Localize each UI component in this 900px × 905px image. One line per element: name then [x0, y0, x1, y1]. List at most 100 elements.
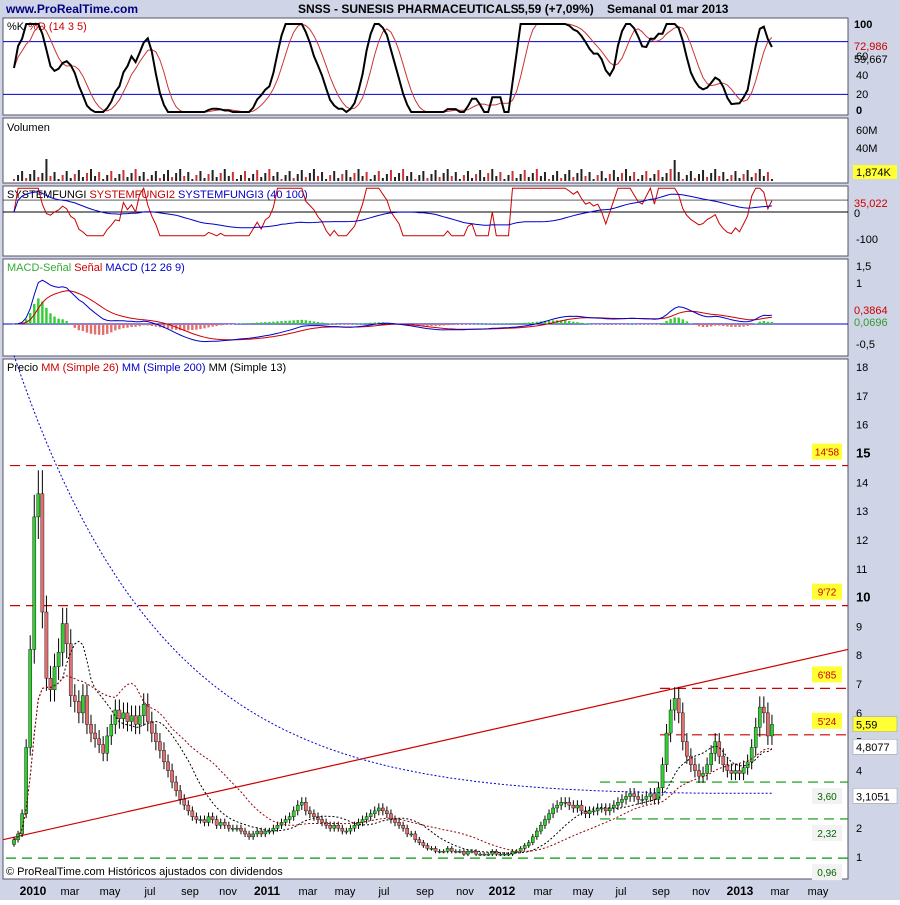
volume-bar [414, 179, 417, 181]
macd-histogram-bar [300, 319, 303, 324]
volume-bar [25, 178, 28, 181]
volume-bar [422, 171, 425, 181]
candle-body [733, 770, 738, 774]
volume-bar [110, 171, 113, 181]
candle-body [239, 827, 243, 832]
candle-body [109, 724, 114, 737]
candle-body [344, 830, 349, 833]
volume-bar [766, 172, 769, 181]
candle-body [417, 839, 422, 843]
candle-body [547, 813, 551, 820]
candle-body [498, 853, 503, 856]
volume-bar [256, 170, 259, 181]
macd-histogram-bar [726, 324, 729, 327]
volume-bar [65, 171, 68, 181]
macd-histogram-bar [770, 321, 774, 324]
candle-body [559, 802, 563, 806]
macd-histogram-bar [507, 323, 510, 324]
macd-histogram-bar [677, 317, 680, 324]
site-label[interactable]: www.ProRealTime.com [5, 2, 138, 16]
volume-bar [195, 175, 198, 181]
price-tick-label: 12 [856, 535, 868, 547]
volume-bar [81, 177, 84, 181]
volume-bar [616, 177, 619, 181]
candle-body [48, 678, 53, 691]
macd-histogram-bar [750, 324, 753, 326]
macd-histogram-bar [636, 324, 640, 325]
price-panel[interactable] [2, 358, 849, 880]
macd-histogram-bar [681, 319, 684, 324]
candle-body [413, 833, 418, 840]
stoch-panel[interactable] [2, 17, 849, 116]
candle-body [125, 712, 130, 722]
volume-bar [564, 174, 567, 181]
macd-histogram-bar [584, 323, 587, 324]
candle-body [531, 836, 535, 843]
volume-bar [239, 175, 242, 181]
volume-panel[interactable] [2, 117, 849, 184]
candle-body [401, 825, 405, 829]
volume-bar [746, 170, 749, 181]
volume-bar [572, 177, 575, 181]
macd-histogram-bar [628, 323, 632, 325]
volume-bar [381, 178, 384, 181]
volume-bar [264, 173, 267, 181]
candle-body [664, 732, 669, 765]
candle-body [255, 830, 259, 835]
macd-histogram-bar [600, 324, 603, 325]
volume-bar [248, 178, 251, 181]
volume-bar [552, 175, 555, 181]
candle-body [101, 744, 105, 754]
macd-histogram-bar [738, 324, 741, 327]
macd-histogram-bar [754, 323, 757, 324]
volume-bar [568, 170, 571, 181]
candle-body [32, 516, 37, 650]
macd-histogram-bar [118, 324, 121, 330]
ma200-badge: 3,1051 [856, 791, 890, 803]
macd-histogram-bar [134, 324, 137, 327]
candle-body [364, 816, 369, 820]
volume-bar [450, 176, 453, 181]
candle-body [166, 761, 170, 771]
macd-histogram-bar [280, 321, 283, 324]
volume-bar [726, 179, 729, 181]
macd-histogram-bar [762, 320, 766, 324]
level-label: 5'24 [818, 717, 837, 728]
level-label: 3,60 [817, 792, 837, 803]
time-tick-label: jul [143, 886, 155, 898]
macd-histogram-bar [130, 324, 133, 328]
volume-bar [693, 178, 696, 181]
volume-bar [369, 179, 372, 181]
macd-histogram-bar [264, 322, 267, 324]
volume-bar [629, 176, 632, 181]
volume-bar [706, 177, 709, 181]
volume-bar [333, 171, 336, 181]
macd-histogram-bar [649, 324, 652, 325]
candle-body [68, 643, 73, 696]
volume-bar [134, 169, 137, 181]
time-tick-label: sep [181, 886, 199, 898]
time-tick-label: 2013 [727, 884, 754, 898]
price-tick-label: 10 [856, 590, 870, 605]
macd-histogram-bar [349, 324, 352, 325]
macd-histogram-bar [693, 324, 697, 326]
candle-body [60, 623, 65, 653]
volume-bar [483, 177, 486, 181]
candle-body [616, 802, 620, 806]
price-tick-label: 9 [856, 621, 862, 633]
candle-body [482, 853, 486, 856]
macd-histogram-bar [219, 324, 222, 326]
candle-body [762, 706, 766, 714]
time-tick-label: jul [614, 886, 626, 898]
candle-body [186, 804, 191, 812]
candle-body [348, 827, 353, 832]
volume-bar [357, 169, 360, 181]
macd-histogram-bar [462, 324, 466, 325]
price-tick-label: 15 [856, 445, 870, 460]
volume-bar [304, 177, 307, 181]
macd-histogram-bar [491, 323, 494, 324]
quote-value: 5,59 (+7,09%) [518, 2, 594, 16]
candle-body [235, 827, 239, 830]
volume-bar [353, 173, 356, 181]
macd-histogram-bar [65, 321, 68, 324]
